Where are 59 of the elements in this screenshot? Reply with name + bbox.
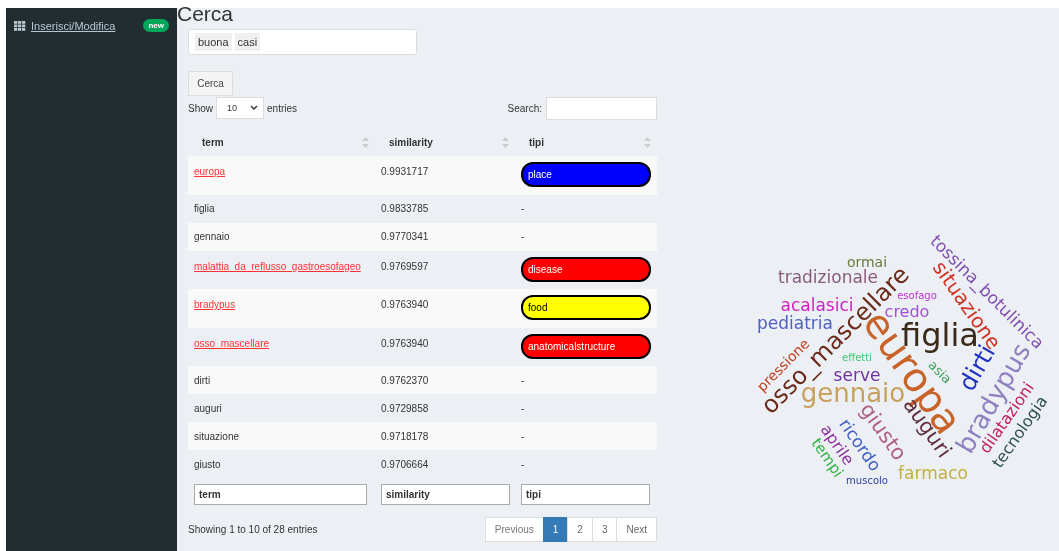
sidebar-link[interactable]: Inserisci/Modifica — [31, 19, 116, 32]
term-text: dirti — [194, 374, 211, 386]
type-tag: disease — [521, 256, 651, 282]
type-tag: food — [521, 295, 651, 320]
new-badge: new — [143, 19, 169, 32]
similarity-value: 0.9729858 — [381, 402, 429, 414]
page-button[interactable]: 1 — [542, 517, 569, 542]
column-header[interactable]: tipi — [515, 129, 657, 156]
search-field[interactable] — [546, 96, 657, 120]
cloud-word: muscolo — [846, 476, 888, 486]
similarity-value: 0.9763940 — [381, 337, 429, 349]
term-text: situazione — [194, 430, 240, 442]
query-tag[interactable]: casi — [234, 33, 261, 51]
similarity-value: 0.9763940 — [381, 299, 429, 310]
column-filter-field[interactable]: term — [194, 484, 367, 505]
column-header[interactable]: similarity — [375, 129, 515, 156]
type-text: - — [521, 231, 525, 242]
sort-icon[interactable] — [644, 137, 651, 148]
similarity-value: 0.9931717 — [381, 166, 429, 177]
page-title: Cerca — [177, 2, 235, 26]
search-label: Search: — [507, 102, 542, 114]
tag-input[interactable]: buona casi — [188, 29, 417, 55]
type-text: - — [521, 203, 525, 214]
entries-label: entries — [267, 102, 298, 114]
page-button[interactable]: 3 — [591, 517, 618, 542]
similarity-value: 0.9769597 — [381, 260, 429, 272]
similarity-value: 0.9706664 — [381, 458, 429, 470]
column-header[interactable]: term — [188, 129, 375, 156]
type-tag: place — [521, 162, 651, 187]
similarity-value: 0.9833785 — [381, 203, 429, 214]
sort-icon[interactable] — [502, 137, 509, 148]
show-label: Show — [188, 102, 213, 114]
table-info: Showing 1 to 10 of 28 entries — [188, 524, 318, 535]
term-text: auguri — [194, 402, 222, 414]
query-tag[interactable]: buona — [195, 33, 232, 51]
term-link[interactable]: europa — [194, 166, 226, 177]
term-text: figlia — [194, 203, 215, 214]
term-text: gennaio — [194, 231, 230, 242]
type-text: - — [521, 402, 525, 414]
cloud-word: ormai — [846, 255, 888, 269]
sort-icon[interactable] — [362, 137, 369, 148]
grid-icon — [14, 20, 26, 31]
type-text: - — [521, 458, 525, 470]
similarity-value: 0.9718178 — [381, 430, 429, 442]
term-link[interactable]: bradypus — [194, 299, 236, 310]
page-button[interactable]: Next — [616, 517, 657, 542]
cloud-word: farmaco — [898, 464, 968, 482]
type-tag: anatomicalstructure — [521, 333, 651, 359]
entries-select[interactable]: 10 — [216, 97, 264, 119]
search-button[interactable]: Cerca — [188, 71, 233, 96]
similarity-value: 0.9762370 — [381, 374, 429, 386]
column-filter-field[interactable]: tipi — [521, 484, 650, 505]
type-text: - — [521, 374, 525, 386]
type-text: - — [521, 430, 525, 442]
page-button[interactable]: 2 — [567, 517, 593, 542]
similarity-value: 0.9770341 — [381, 231, 429, 242]
chevron-down-icon[interactable] — [250, 105, 258, 111]
term-text: giusto — [194, 458, 221, 470]
column-filter-field[interactable]: similarity — [381, 484, 510, 505]
